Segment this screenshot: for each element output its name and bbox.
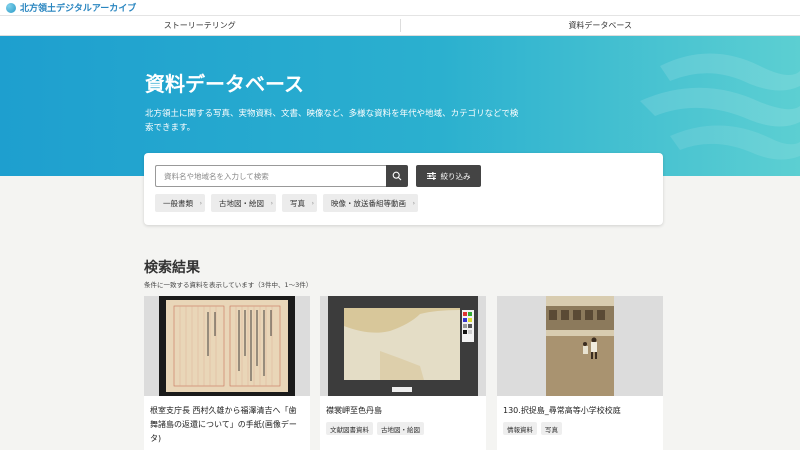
result-title[interactable]: 130.択捉島_尋常高等小学校校庭 xyxy=(497,396,663,418)
filter-label: 絞り込み xyxy=(440,171,471,181)
site-logo-icon[interactable] xyxy=(6,2,16,13)
chevron-right-icon: › xyxy=(412,199,415,207)
site-header: 北方領土デジタルアーカイブ xyxy=(0,0,800,16)
category-chips: 一般書類 › 古地図・絵図 › 写真 › 映像・放送番組等動画 › xyxy=(155,194,418,212)
sliders-icon xyxy=(426,172,436,180)
category-chip-maps[interactable]: 古地図・絵図 › xyxy=(211,194,276,212)
result-tag: 古地図・絵図 xyxy=(377,422,424,435)
result-tag: 写真 xyxy=(541,422,562,435)
tab-database[interactable]: 資料データベース xyxy=(401,16,800,35)
result-title[interactable]: 襟裳岬至色丹島 xyxy=(320,396,486,418)
result-title[interactable]: 根室支庁長 西村久雄から福澤清吉へ「歯舞諸島の返還について」の手紙(画像データ) xyxy=(144,396,310,446)
filter-button[interactable]: 絞り込み xyxy=(416,165,481,187)
result-thumbnail-map xyxy=(320,296,486,396)
result-tag: 文献図書資料 xyxy=(326,422,373,435)
site-brand[interactable]: 北方領土デジタルアーカイブ xyxy=(20,1,136,14)
page-description: 北方領土に関する写真、実物資料、文書、映像など、多様な資料を年代や地域、カテゴリ… xyxy=(145,109,519,133)
results-heading: 検索結果 xyxy=(144,260,200,276)
results-count: 条件に一致する資料を表示しています（3件中、1〜3件） xyxy=(144,281,313,289)
result-card[interactable]: 根室支庁長 西村久雄から福澤清吉へ「歯舞諸島の返還について」の手紙(画像データ) xyxy=(144,296,310,450)
result-thumbnail-photo xyxy=(497,296,663,396)
chevron-right-icon: › xyxy=(311,199,314,207)
result-card[interactable]: 130.択捉島_尋常高等小学校校庭 情報資料 写真 xyxy=(497,296,663,450)
tab-storytelling[interactable]: ストーリーテリング xyxy=(0,16,400,35)
chevron-right-icon: › xyxy=(199,199,202,207)
result-tag: 情報資料 xyxy=(503,422,537,435)
result-card[interactable]: 襟裳岬至色丹島 文献図書資料 古地図・絵図 xyxy=(320,296,486,450)
search-button[interactable] xyxy=(386,165,408,187)
category-chip-documents[interactable]: 一般書類 › xyxy=(155,194,205,212)
category-chip-photos[interactable]: 写真 › xyxy=(282,194,317,212)
result-thumbnail-letter xyxy=(144,296,310,396)
search-icon xyxy=(392,171,402,181)
main-nav: ストーリーテリング 資料データベース xyxy=(0,16,800,36)
search-input[interactable]: 資料名や地域名を入力して検索 xyxy=(155,165,386,187)
category-chip-videos[interactable]: 映像・放送番組等動画 › xyxy=(323,194,418,212)
page-title: 資料データベース xyxy=(145,72,304,96)
search-panel: 資料名や地域名を入力して検索 絞り込み 一般書類 › 古地図・絵図 › 写真 › 映像… xyxy=(144,153,663,225)
chevron-right-icon: › xyxy=(270,199,273,207)
